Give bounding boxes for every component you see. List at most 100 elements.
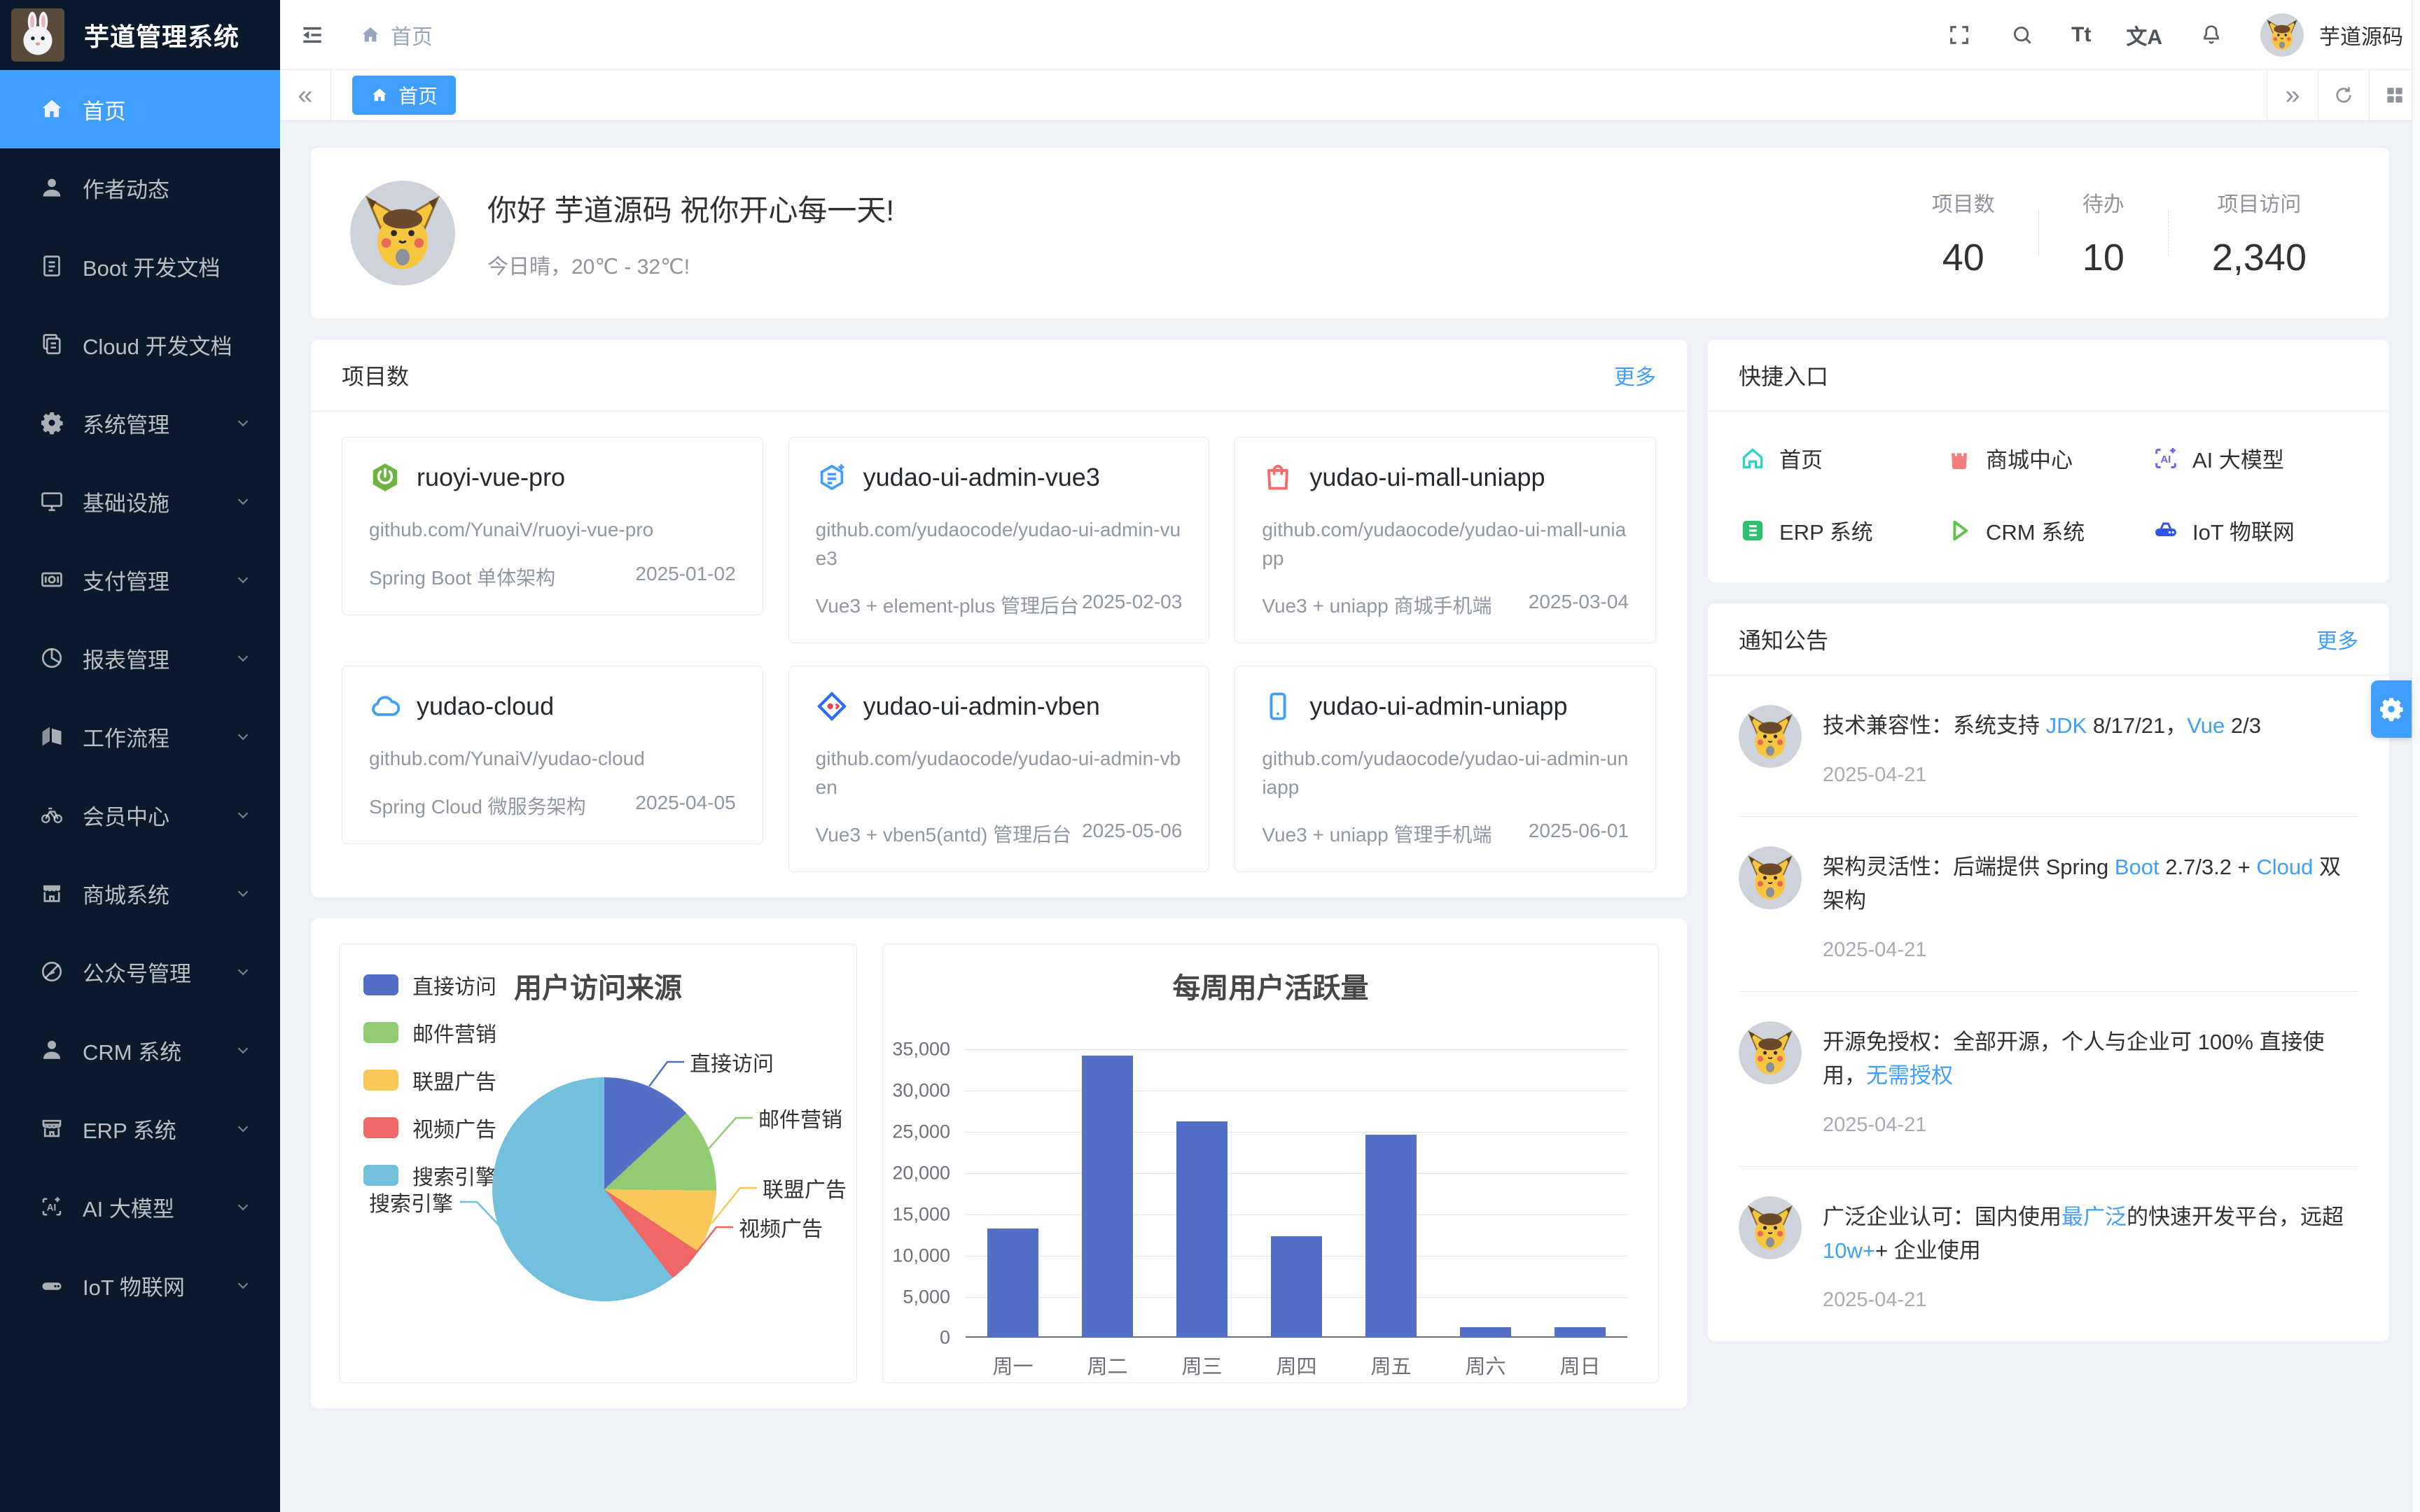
project-repo[interactable]: github.com/yudaocode/yudao-ui-admin-unia… [1262,745,1629,802]
sidebar-item-crm-user[interactable]: CRM 系统 [0,1011,280,1089]
legend-item-1[interactable]: 邮件营销 [363,1017,496,1048]
chevron-down-icon [234,1041,252,1059]
shortcut-sc-ai[interactable]: AIAI 大模型 [2152,442,2358,474]
project-desc: Vue3 + vben5(antd) 管理后台 [816,820,1071,848]
sc-iot-icon [2152,517,2180,545]
sidebar-item-bicycle[interactable]: 会员中心 [0,776,280,854]
notices-more-link[interactable]: 更多 [2316,624,2358,654]
sidebar-collapse-icon[interactable] [298,21,326,49]
sidebar-item-user[interactable]: 作者动态 [0,148,280,227]
pie-chart-icon [39,645,64,671]
project-head: yudao-ui-admin-vue3 [816,461,1183,493]
shortcut-sc-erp[interactable]: ERP 系统 [1739,514,1945,546]
project-repo[interactable]: github.com/YunaiV/ruoyi-vue-pro [369,516,736,545]
sidebar-item-copy-document[interactable]: Cloud 开发文档 [0,305,280,384]
font-size-icon[interactable]: Tt [2071,23,2091,47]
sidebar-item-label: Cloud 开发文档 [83,329,232,360]
bar-slot-周日 [1533,1049,1627,1338]
sidebar-item-iot[interactable]: IoT 物联网 [0,1246,280,1324]
fullscreen-icon[interactable] [1945,21,1973,49]
project-card-yudao-ui-admin-vue3[interactable]: yudao-ui-admin-vue3 github.com/yudaocode… [788,437,1210,643]
tab-home[interactable]: 首页 [352,76,456,115]
sidebar-item-monitor[interactable]: 基础设施 [0,462,280,540]
notification-bell-icon[interactable] [2197,21,2225,49]
project-card-yudao-ui-admin-vben[interactable]: yudao-ui-admin-vben github.com/yudaocode… [788,666,1210,872]
notice-avatar [1739,705,1802,768]
locale-icon[interactable]: 文A [2126,20,2162,50]
tabs-scroll-left-icon[interactable]: « [280,70,331,120]
sidebar-item-workflow[interactable]: 工作流程 [0,697,280,776]
tabs-scroll-right-icon[interactable]: » [2267,70,2318,120]
sidebar-item-ai[interactable]: AIAI 大模型 [0,1168,280,1246]
sidebar-item-gear[interactable]: 系统管理 [0,384,280,462]
notice-link[interactable]: Vue [2187,713,2225,738]
stat-2: 项目访问2,340 [2169,187,2350,279]
settings-gear-button[interactable] [2371,680,2412,738]
legend-item-3[interactable]: 视频广告 [363,1112,496,1143]
notice-link[interactable]: 无需授权 [1866,1063,1953,1088]
right-column: 快捷入口 首页商城中心AIAI 大模型ERP 系统CRM 系统IoT 物联网 通… [1708,340,2389,1341]
project-card-ruoyi-vue-pro[interactable]: ruoyi-vue-pro github.com/YunaiV/ruoyi-vu… [342,437,763,615]
refresh-icon[interactable] [2318,70,2369,120]
sidebar-item-label: 系统管理 [83,407,169,439]
notice-text-segment: 广泛企业认可：国内使用 [1823,1205,2061,1229]
bag-icon [1262,461,1294,493]
page-scrollbar[interactable] [2412,0,2420,1512]
document-icon [39,253,64,279]
project-card-yudao-ui-mall-uniapp[interactable]: yudao-ui-mall-uniapp github.com/yudaocod… [1235,437,1656,643]
project-meta: Vue3 + uniapp 管理手机端 2025-06-01 [1262,820,1629,848]
shortcut-sc-home[interactable]: 首页 [1739,442,1945,474]
project-repo[interactable]: github.com/YunaiV/yudao-cloud [369,745,736,774]
notice-link[interactable]: Cloud [2256,855,2313,879]
shortcut-sc-iot[interactable]: IoT 物联网 [2152,514,2358,546]
project-repo[interactable]: github.com/yudaocode/yudao-ui-admin-vue3 [816,516,1183,573]
iot-icon [39,1273,64,1298]
shortcut-sc-bag[interactable]: 商城中心 [1945,442,2152,474]
search-icon[interactable] [2008,21,2036,49]
project-date: 2025-05-06 [1082,820,1182,848]
shortcut-sc-crm[interactable]: CRM 系统 [1945,514,2152,546]
project-date: 2025-03-04 [1529,591,1629,619]
project-card-yudao-ui-admin-uniapp[interactable]: yudao-ui-admin-uniapp github.com/yudaoco… [1235,666,1656,872]
projects-more-link[interactable]: 更多 [1614,360,1656,391]
notice-text: 技术兼容性：系统支持 JDK 8/17/21，Vue 2/3 [1823,709,2358,743]
project-date: 2025-04-05 [635,792,735,820]
content-columns: 项目数 更多 ruoyi-vue-pro github.com/YunaiV/r… [311,340,2389,1408]
project-name: yudao-ui-admin-vue3 [863,463,1100,492]
sidebar-item-compass[interactable]: 公众号管理 [0,932,280,1011]
legend-item-2[interactable]: 联盟广告 [363,1065,496,1096]
project-repo[interactable]: github.com/yudaocode/yudao-ui-admin-vben [816,745,1183,802]
notice-text: 架构灵活性：后端提供 Spring Boot 2.7/3.2 + Cloud 双… [1823,850,2358,918]
notice-item-2: 开源免授权：全部开源，个人与企业可 100% 直接使用，无需授权 2025-04… [1739,992,2358,1167]
notice-link[interactable]: 最广泛 [2061,1205,2127,1229]
sidebar-item-label: Boot 开发文档 [83,251,220,282]
sidebar-item-pie-chart[interactable]: 报表管理 [0,619,280,697]
sidebar-item-money[interactable]: 支付管理 [0,540,280,619]
legend-item-4[interactable]: 搜索引擎 [363,1160,496,1191]
sidebar-item-home[interactable]: 首页 [0,70,280,148]
bar-slot-周六 [1438,1049,1533,1338]
project-card-yudao-cloud[interactable]: yudao-cloud github.com/YunaiV/yudao-clou… [342,666,763,844]
user-avatar[interactable] [2260,13,2304,57]
topbar: 首页 Tt 文A 芋道源码 [280,0,2420,70]
notice-link[interactable]: Boot [2115,855,2160,879]
x-tick-label: 周六 [1438,1350,1533,1380]
phone-icon [1262,690,1294,722]
element-icon [816,461,848,493]
breadcrumb-label: 首页 [391,20,433,50]
notice-link[interactable]: JDK [2046,713,2087,738]
sc-bag-icon [1945,444,1973,472]
project-repo[interactable]: github.com/yudaocode/yudao-ui-mall-uniap… [1262,516,1629,573]
notice-avatar [1739,1021,1802,1084]
sidebar-item-document[interactable]: Boot 开发文档 [0,227,280,305]
legend-item-0[interactable]: 直接访问 [363,969,496,1000]
sidebar-item-shop[interactable]: 商城系统 [0,854,280,932]
project-desc: Spring Boot 单体架构 [369,563,555,591]
user-name[interactable]: 芋道源码 [2319,20,2403,50]
sidebar-item-label: 作者动态 [83,172,169,204]
notice-link[interactable]: 10w+ [1823,1238,1875,1263]
sidebar-item-storefront[interactable]: ERP 系统 [0,1089,280,1168]
sidebar-logo[interactable]: 芋道管理系统 [0,0,280,70]
welcome-texts: 你好 芋道源码 祝你开心每一天! 今日晴，20℃ - 32℃! [487,187,894,280]
storefront-icon [39,1116,64,1141]
